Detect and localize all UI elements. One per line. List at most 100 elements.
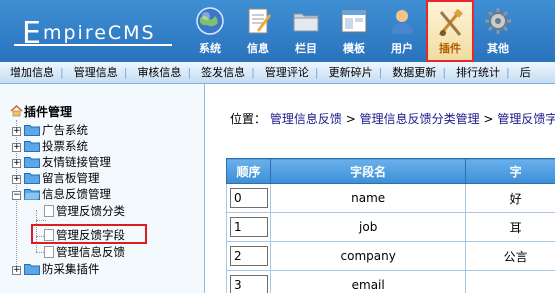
submenu-manage-comments[interactable]: 管理评论 — [255, 62, 309, 83]
folder-icon — [24, 264, 40, 275]
tree-item-manage-feedback[interactable]: 管理信息反馈 — [44, 244, 125, 260]
extra-cell: 公言 — [465, 241, 555, 271]
table-row: company 公言 — [226, 241, 555, 271]
tree-item-label: 防采集插件 — [42, 262, 100, 276]
tree-item-feedback-class[interactable]: 管理反馈分类 — [44, 203, 125, 219]
home-icon — [10, 105, 23, 117]
folder-open-icon — [24, 189, 40, 200]
selected-item-highlight — [31, 224, 147, 244]
tree-item-feedback[interactable]: − 信息反馈管理 — [12, 186, 111, 202]
collapse-icon[interactable]: − — [12, 191, 21, 200]
order-input[interactable] — [230, 246, 268, 266]
tree-item-links[interactable]: + 友情链接管理 — [12, 154, 111, 170]
column-header-field-name: 字段名 — [269, 158, 467, 184]
main-content: 位置： 管理信息反馈 > 管理信息反馈分类管理 > 管理反馈字段 顺序 字段名 … — [206, 84, 555, 293]
submenu-update-fragments[interactable]: 更新碎片 — [319, 62, 373, 83]
submenu-manage-info[interactable]: 管理信息 — [64, 62, 118, 83]
nav-user-label: 用户 — [391, 42, 413, 55]
table-row: job 耳 — [226, 212, 555, 242]
nav-system-label: 系统 — [199, 42, 221, 55]
nav-info[interactable]: 信息 — [234, 0, 282, 62]
left-tree-panel: 插件管理 + 广告系统 + 投票系统 + 友情链接管理 + 留言板管理 − 信息反馈管理 … — [0, 84, 205, 293]
order-cell — [226, 183, 271, 213]
breadcrumb-link-class[interactable]: 管理信息反馈分类管理 — [360, 112, 480, 126]
breadcrumb: 位置： 管理信息反馈 > 管理信息反馈分类管理 > 管理反馈字段 — [230, 110, 555, 127]
nav-other[interactable]: 其他 — [474, 0, 522, 62]
nav-template[interactable]: 模板 — [330, 0, 378, 62]
field-table: 顺序 字段名 字 name 好 job 耳 company 公言 — [226, 158, 555, 293]
nav-column[interactable]: 栏目 — [282, 0, 330, 62]
nav-plugin[interactable]: 插件 — [426, 0, 474, 62]
nav-template-label: 模板 — [343, 42, 365, 55]
submenu-review-info[interactable]: 审核信息 — [127, 62, 181, 83]
sub-menu-bar: 增加信息 | 管理信息 | 审核信息 | 签发信息 | 管理评论 | 更新碎片 | 数据更新… — [0, 62, 555, 84]
top-header: EmpireCMS 系统 信息 栏目 模板 用户 插件 其他 — [0, 0, 555, 62]
folder-icon — [24, 157, 40, 168]
column-header-order: 顺序 — [226, 158, 271, 184]
tree-item-guestbook[interactable]: + 留言板管理 — [12, 170, 100, 186]
tree-title: 插件管理 — [10, 103, 72, 120]
breadcrumb-prefix: 位置： — [230, 112, 267, 126]
order-cell — [226, 241, 271, 271]
tree-guide-line — [36, 220, 46, 221]
table-row: name 好 — [226, 183, 555, 213]
empirecms-logo[interactable]: EmpireCMS — [8, 10, 188, 52]
tree-title-label: 插件管理 — [24, 105, 73, 119]
main-nav: 系统 信息 栏目 模板 用户 插件 其他 — [186, 0, 522, 62]
nav-system[interactable]: 系统 — [186, 0, 234, 62]
submenu-more[interactable]: 后 — [510, 62, 531, 83]
submenu-ranking-stats[interactable]: 排行统计 — [446, 62, 500, 83]
tree-item-ads[interactable]: + 广告系统 — [12, 122, 88, 138]
order-cell — [226, 212, 271, 242]
nav-other-label: 其他 — [487, 42, 509, 55]
nav-plugin-label: 插件 — [439, 42, 461, 55]
notepad-icon — [248, 8, 271, 34]
extra-cell: 耳 — [465, 212, 555, 242]
tree-item-label: 管理反馈分类 — [56, 204, 125, 218]
tree-item-label: 友情链接管理 — [42, 155, 111, 169]
tree-item-label: 投票系统 — [42, 139, 88, 153]
window-icon — [341, 9, 367, 33]
submenu-sign-info[interactable]: 签发信息 — [191, 62, 245, 83]
submenu-separator: | — [314, 66, 319, 79]
extra-cell: 好 — [465, 183, 555, 213]
document-icon — [44, 205, 54, 217]
expand-icon[interactable]: + — [12, 143, 21, 152]
field-name-cell: company — [269, 241, 467, 271]
table-header-row: 顺序 字段名 字 — [226, 158, 555, 184]
expand-icon[interactable]: + — [12, 127, 21, 136]
expand-icon[interactable]: + — [12, 175, 21, 184]
column-header-extra: 字 — [465, 158, 555, 184]
tree-item-label: 留言板管理 — [42, 171, 100, 185]
globe-icon — [196, 7, 224, 35]
folder-icon — [24, 173, 40, 184]
field-name-cell: job — [269, 212, 467, 242]
submenu-data-update[interactable]: 数据更新 — [382, 62, 436, 83]
extra-cell — [465, 270, 555, 293]
submenu-separator: | — [123, 66, 128, 79]
order-input[interactable] — [230, 188, 268, 208]
nav-info-label: 信息 — [247, 42, 269, 55]
breadcrumb-separator: > — [345, 112, 356, 126]
tree-item-label: 信息反馈管理 — [42, 187, 111, 201]
order-input[interactable] — [230, 275, 268, 293]
submenu-separator: | — [187, 66, 192, 79]
submenu-separator: | — [60, 66, 64, 79]
submenu-add-info[interactable]: 增加信息 — [0, 62, 54, 83]
nav-user[interactable]: 用户 — [378, 0, 426, 62]
expand-icon[interactable]: + — [12, 159, 21, 168]
breadcrumb-link-feedback[interactable]: 管理信息反馈 — [270, 112, 342, 126]
folder-icon — [24, 125, 40, 136]
field-name-cell: email — [269, 270, 467, 293]
logo-rest: mpireCMS — [42, 22, 156, 44]
tree-item-anticollect[interactable]: + 防采集插件 — [12, 261, 100, 277]
document-icon — [44, 246, 54, 258]
expand-icon[interactable]: + — [12, 266, 21, 275]
tree-item-vote[interactable]: + 投票系统 — [12, 138, 88, 154]
gear-icon — [485, 8, 511, 34]
order-input[interactable] — [230, 217, 268, 237]
field-name-cell: name — [269, 183, 467, 213]
submenu-separator: | — [506, 66, 510, 79]
user-icon — [391, 10, 413, 34]
breadcrumb-link-field[interactable]: 管理反馈字段 — [497, 112, 555, 126]
